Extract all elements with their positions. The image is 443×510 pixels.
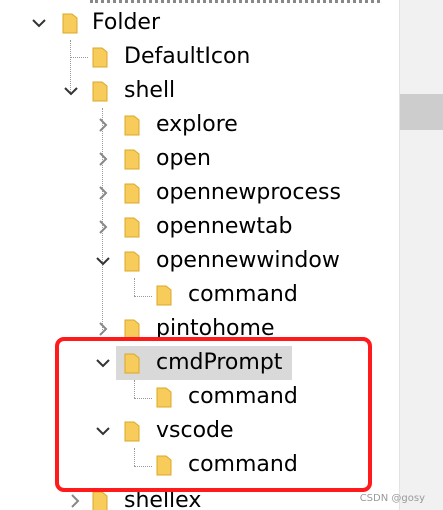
folder-icon xyxy=(124,115,140,136)
scrollbar-thumb[interactable] xyxy=(400,94,443,130)
tree-item-label: explore xyxy=(156,112,238,137)
tree-item-label: Folder xyxy=(92,10,160,35)
tree-item-label: opennewwindow xyxy=(156,248,340,273)
folder-icon xyxy=(124,149,140,170)
tree-connector xyxy=(70,57,88,58)
watermark: CSDN @gosy xyxy=(359,493,425,504)
chevron-right-icon[interactable] xyxy=(92,216,114,238)
tree-item-label: shell xyxy=(124,78,176,103)
folder-icon xyxy=(92,81,108,102)
folder-icon xyxy=(92,47,108,68)
chevron-right-icon[interactable] xyxy=(92,182,114,204)
folder-icon xyxy=(124,251,140,272)
tree-connector xyxy=(134,278,135,296)
folder-icon xyxy=(156,285,172,306)
tree-item-label: opennewtab xyxy=(156,214,293,239)
folder-icon xyxy=(92,491,108,510)
chevron-down-icon[interactable] xyxy=(92,250,114,272)
chevron-right-icon[interactable] xyxy=(92,148,114,170)
folder-icon xyxy=(62,13,78,34)
red-annotation-box xyxy=(55,337,372,492)
tree-item-label: opennewprocess xyxy=(156,180,341,205)
folder-icon xyxy=(124,183,140,204)
registry-key-tree: Folder DefaultIcon shell explore open op… xyxy=(0,0,400,510)
chevron-right-icon[interactable] xyxy=(92,114,114,136)
tree-item-label: DefaultIcon xyxy=(124,44,251,69)
chevron-right-icon[interactable] xyxy=(64,490,86,510)
clipped-row-above xyxy=(90,0,380,3)
vertical-scrollbar[interactable] xyxy=(399,0,443,510)
tree-item-label: open xyxy=(156,146,211,171)
tree-connector xyxy=(134,296,152,297)
chevron-down-icon[interactable] xyxy=(60,80,82,102)
chevron-down-icon[interactable] xyxy=(28,12,50,34)
tree-item-label: command xyxy=(188,282,298,307)
folder-icon xyxy=(124,217,140,238)
